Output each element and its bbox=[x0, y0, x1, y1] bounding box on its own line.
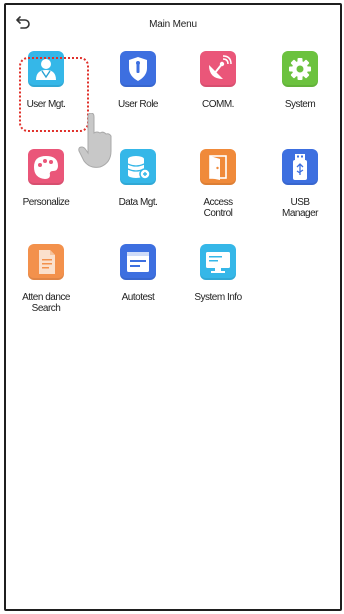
menu-item-label: Atten dance Search bbox=[22, 292, 70, 314]
palette-icon bbox=[34, 156, 58, 179]
menu-item-attendance-search[interactable]: Atten dance Search bbox=[6, 244, 86, 324]
system-info-tile-bg bbox=[200, 244, 236, 280]
shield-icon bbox=[129, 57, 147, 81]
menu-item-label: System Info bbox=[194, 292, 242, 303]
menu-item-personalize[interactable]: Personalize bbox=[6, 149, 86, 229]
header-bar: Main Menu bbox=[6, 5, 340, 39]
user-role-tile-bg bbox=[120, 51, 156, 87]
menu-item-usb-manager[interactable]: USB Manager bbox=[260, 149, 340, 229]
menu-item-label: System bbox=[284, 99, 316, 110]
system-tile-bg bbox=[282, 51, 318, 87]
menu-item-autotest[interactable]: Autotest bbox=[98, 244, 178, 324]
access-control-tile-bg bbox=[200, 149, 236, 185]
monitor-icon bbox=[206, 252, 230, 273]
menu-item-label: Data Mgt. bbox=[118, 197, 158, 208]
menu-item-access-control[interactable]: Access Control bbox=[178, 149, 258, 229]
hand-pointer-icon bbox=[78, 113, 112, 168]
gear-icon bbox=[289, 58, 311, 80]
attendance-search-tile-bg bbox=[28, 244, 64, 280]
autotest-screen-icon bbox=[127, 252, 149, 272]
menu-item-system[interactable]: System bbox=[260, 51, 340, 131]
satellite-dish-icon bbox=[209, 55, 232, 79]
page-title: Main Menu bbox=[149, 19, 197, 30]
device-screen: Main Menu User Mgt. User Role COMM. Syst… bbox=[4, 3, 342, 611]
menu-item-label: Autotest bbox=[121, 292, 155, 303]
menu-item-label: COMM. bbox=[202, 99, 234, 110]
menu-item-comm[interactable]: COMM. bbox=[178, 51, 258, 131]
menu-item-label: User Role bbox=[118, 99, 158, 110]
personalize-tile-bg bbox=[28, 149, 64, 185]
menu-item-system-info[interactable]: System Info bbox=[178, 244, 258, 324]
comm-tile-bg bbox=[200, 51, 236, 87]
database-icon bbox=[127, 156, 151, 180]
menu-item-label: USB Manager bbox=[282, 197, 318, 219]
door-icon bbox=[209, 155, 227, 180]
menu-item-label: Personalize bbox=[22, 197, 70, 208]
data-mgt-tile-bg bbox=[120, 149, 156, 185]
usb-manager-tile-bg bbox=[282, 149, 318, 185]
document-search-icon bbox=[39, 250, 55, 274]
autotest-tile-bg bbox=[120, 244, 156, 280]
usb-drive-icon bbox=[293, 154, 307, 180]
menu-item-label: Access Control bbox=[203, 197, 233, 219]
